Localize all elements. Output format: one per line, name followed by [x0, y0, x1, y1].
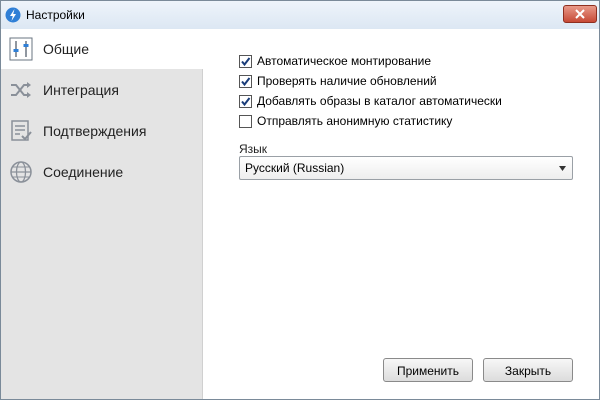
sidebar-item-label: Подтверждения — [43, 123, 147, 139]
title-bar: Настройки — [1, 1, 599, 29]
checkmark-icon — [241, 97, 251, 107]
send-statistics-checkbox[interactable] — [239, 115, 252, 128]
window-close-button[interactable] — [563, 5, 597, 23]
apply-button[interactable]: Применить — [383, 358, 473, 382]
globe-icon — [10, 161, 32, 183]
dropdown-arrow-icon — [559, 166, 566, 171]
sidebar-item-integration[interactable]: Интеграция — [1, 70, 203, 110]
close-icon — [575, 9, 585, 19]
checkmark-icon — [241, 77, 251, 87]
sidebar-item-confirmations[interactable]: Подтверждения — [1, 111, 203, 151]
auto-mount-checkbox[interactable] — [239, 55, 252, 68]
shuffle-icon — [11, 82, 31, 98]
sidebar-item-label: Интеграция — [43, 82, 119, 98]
check-updates-label: Проверять наличие обновлений — [257, 74, 437, 88]
sidebar-item-label: Общие — [43, 41, 90, 57]
sliders-icon — [9, 37, 33, 61]
language-select[interactable]: Русский (Russian) — [239, 156, 573, 180]
window-title: Настройки — [26, 8, 85, 22]
checkmark-icon — [241, 57, 251, 67]
language-label: Язык — [239, 142, 268, 156]
check-updates-checkbox[interactable] — [239, 75, 252, 88]
send-statistics-label: Отправлять анонимную статистику — [257, 114, 453, 128]
auto-mount-label: Автоматическое монтирование — [257, 54, 432, 68]
sidebar-item-label: Соединение — [43, 164, 124, 180]
general-settings-panel: Автоматическое монтирование Проверять на… — [203, 29, 599, 399]
settings-window: Настройки Общие Интеграция Подтверждения… — [0, 0, 600, 400]
sidebar-item-general[interactable]: Общие — [1, 29, 203, 69]
add-images-catalog-checkbox[interactable] — [239, 95, 252, 108]
close-button[interactable]: Закрыть — [483, 358, 573, 382]
checklist-icon — [11, 120, 32, 141]
language-selected-value: Русский (Russian) — [245, 161, 345, 175]
settings-sidebar: Общие Интеграция Подтверждения Соединени… — [1, 29, 203, 399]
app-lightning-icon — [5, 7, 21, 23]
add-images-catalog-label: Добавлять образы в каталог автоматически — [257, 94, 502, 108]
sidebar-item-connection[interactable]: Соединение — [1, 152, 203, 192]
